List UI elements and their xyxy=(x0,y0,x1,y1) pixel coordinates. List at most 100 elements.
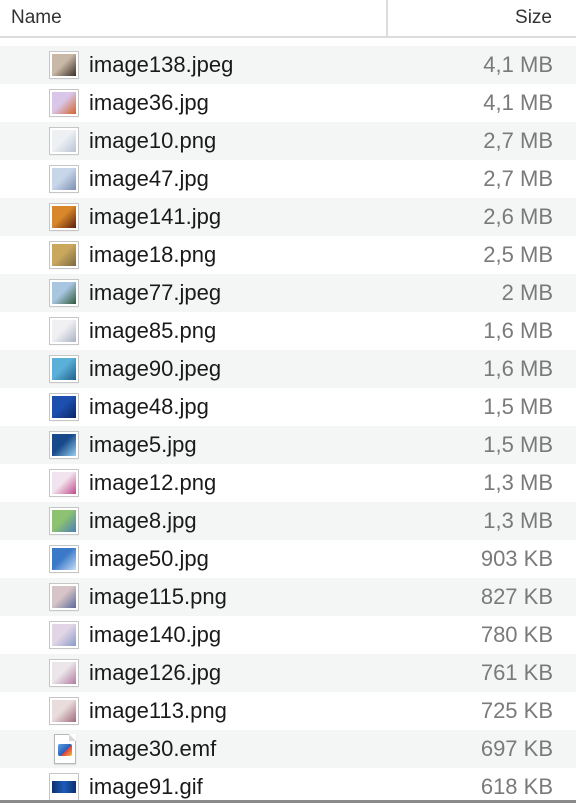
thumbnail-preview xyxy=(52,472,76,494)
file-row[interactable]: image115.png 827 KB xyxy=(0,578,576,616)
file-row[interactable]: image141.jpg 2,6 MB xyxy=(0,198,576,236)
file-row[interactable]: image30.emf 697 KB xyxy=(0,730,576,768)
file-size: 2,6 MB xyxy=(483,204,553,229)
file-name: image48.jpg xyxy=(89,394,209,419)
thumbnail-preview xyxy=(52,54,76,76)
thumbnail-preview xyxy=(52,662,76,684)
thumbnail-preview xyxy=(52,130,76,152)
image-thumbnail-icon xyxy=(49,241,79,269)
file-name: image5.jpg xyxy=(89,432,197,457)
file-row[interactable]: image18.png 2,5 MB xyxy=(0,236,576,274)
file-name: image47.jpg xyxy=(89,166,209,191)
image-thumbnail-icon xyxy=(49,355,79,383)
image-thumbnail-icon xyxy=(49,583,79,611)
file-size: 1,5 MB xyxy=(483,394,553,419)
thumbnail-preview xyxy=(52,700,76,722)
page-fold xyxy=(69,734,76,741)
image-thumbnail-icon xyxy=(49,165,79,193)
image-thumbnail-icon xyxy=(49,507,79,535)
file-row[interactable]: image85.png 1,6 MB xyxy=(0,312,576,350)
file-size: 2,7 MB xyxy=(483,128,553,153)
file-row[interactable]: image8.jpg 1,3 MB xyxy=(0,502,576,540)
thumbnail-preview xyxy=(52,586,76,608)
file-size: 1,3 MB xyxy=(483,508,553,533)
image-thumbnail-icon xyxy=(49,317,79,345)
file-name: image115.png xyxy=(89,584,227,609)
file-size: 2,7 MB xyxy=(483,166,553,191)
file-size: 1,6 MB xyxy=(483,318,553,343)
file-row[interactable]: image50.jpg 903 KB xyxy=(0,540,576,578)
file-size: 1,6 MB xyxy=(483,356,553,381)
image-thumbnail-icon xyxy=(49,279,79,307)
file-size: 697 KB xyxy=(480,736,553,761)
image-thumbnail-icon xyxy=(49,545,79,573)
file-size: 4,1 MB xyxy=(483,90,553,115)
thumbnail-preview xyxy=(52,320,76,342)
image-thumbnail-icon xyxy=(49,127,79,155)
file-row[interactable]: image77.jpeg 2 MB xyxy=(0,274,576,312)
file-name: image141.jpg xyxy=(89,204,222,229)
column-header-bar: Name Size xyxy=(0,0,576,38)
file-row[interactable]: image47.jpg 2,7 MB xyxy=(0,160,576,198)
image-thumbnail-icon xyxy=(49,51,79,79)
thumbnail-preview xyxy=(52,548,76,570)
gif-preview xyxy=(52,781,76,793)
file-row[interactable]: image126.jpg 761 KB xyxy=(0,654,576,692)
image-thumbnail-icon xyxy=(49,469,79,497)
image-thumbnail-icon xyxy=(49,203,79,231)
file-row[interactable]: image138.jpeg 4,1 MB xyxy=(0,46,576,84)
document-artwork xyxy=(58,744,72,756)
thumbnail-preview xyxy=(52,244,76,266)
file-name: image18.png xyxy=(89,242,217,267)
file-row[interactable]: image90.jpeg 1,6 MB xyxy=(0,350,576,388)
thumbnail-preview xyxy=(52,206,76,228)
thumbnail-preview xyxy=(52,510,76,532)
file-name: image90.jpeg xyxy=(89,356,222,381)
file-name: image138.jpeg xyxy=(89,52,234,77)
file-name: image30.emf xyxy=(89,736,217,761)
file-size: 725 KB xyxy=(480,698,553,723)
image-thumbnail-icon xyxy=(49,89,79,117)
image-thumbnail-icon xyxy=(49,659,79,687)
file-size: 903 KB xyxy=(480,546,553,571)
gif-image-icon xyxy=(49,773,79,801)
thumbnail-preview xyxy=(52,282,76,304)
file-size: 618 KB xyxy=(480,774,553,799)
file-size: 1,5 MB xyxy=(483,432,553,457)
file-name: image85.png xyxy=(89,318,217,343)
file-row[interactable]: image140.jpg 780 KB xyxy=(0,616,576,654)
file-name: image50.jpg xyxy=(89,546,209,571)
file-row[interactable]: image5.jpg 1,5 MB xyxy=(0,426,576,464)
image-thumbnail-icon xyxy=(49,393,79,421)
file-row[interactable]: image48.jpg 1,5 MB xyxy=(0,388,576,426)
emf-document-icon xyxy=(54,734,76,764)
file-name: image91.gif xyxy=(89,774,203,799)
image-thumbnail-icon xyxy=(49,697,79,725)
file-name: image140.jpg xyxy=(89,622,222,647)
file-row[interactable]: image12.png 1,3 MB xyxy=(0,464,576,502)
file-rows: image138.jpeg 4,1 MB image36.jpg 4,1 MB … xyxy=(0,46,576,803)
file-row[interactable]: image10.png 2,7 MB xyxy=(0,122,576,160)
size-column-header[interactable]: Size xyxy=(388,0,576,36)
file-name: image77.jpeg xyxy=(89,280,222,305)
file-row[interactable]: image113.png 725 KB xyxy=(0,692,576,730)
image-thumbnail-icon xyxy=(49,621,79,649)
file-name: image113.png xyxy=(89,698,227,723)
file-list-view: Name Size image138.jpeg 4,1 MB image36.j… xyxy=(0,0,576,803)
thumbnail-preview xyxy=(52,358,76,380)
file-size: 4,1 MB xyxy=(483,52,553,77)
file-row[interactable]: image91.gif 618 KB xyxy=(0,768,576,803)
name-column-header[interactable]: Name xyxy=(0,0,385,36)
file-size: 780 KB xyxy=(480,622,553,647)
thumbnail-preview xyxy=(52,92,76,114)
file-row[interactable]: image36.jpg 4,1 MB xyxy=(0,84,576,122)
file-name: image8.jpg xyxy=(89,508,197,533)
file-size: 1,3 MB xyxy=(483,470,553,495)
image-thumbnail-icon xyxy=(49,431,79,459)
file-name: image10.png xyxy=(89,128,217,153)
file-name: image126.jpg xyxy=(89,660,222,685)
thumbnail-preview xyxy=(52,396,76,418)
file-name: image12.png xyxy=(89,470,217,495)
thumbnail-preview xyxy=(52,168,76,190)
thumbnail-preview xyxy=(52,434,76,456)
